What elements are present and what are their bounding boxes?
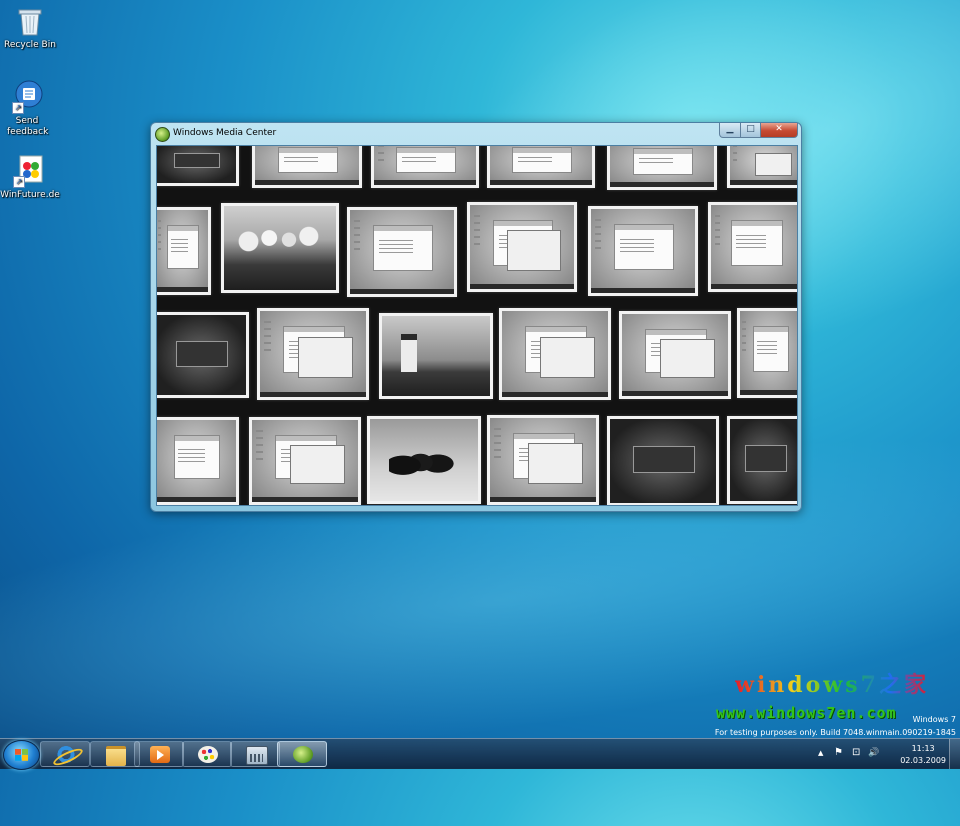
close-button[interactable]: ✕	[760, 123, 798, 138]
gallery-thumbnail-lighthouse[interactable]	[379, 313, 493, 399]
gallery-thumbnail[interactable]	[499, 308, 611, 400]
maximize-button[interactable]: □	[740, 123, 761, 138]
gallery-thumbnail[interactable]	[257, 308, 369, 400]
gallery-thumbnail[interactable]	[467, 202, 577, 292]
taskbar-button-media-center[interactable]	[277, 741, 327, 767]
shortcut-arrow-icon: ↗	[12, 102, 24, 114]
gallery-thumbnail[interactable]	[487, 415, 599, 505]
clock-time: 11:13	[911, 744, 935, 753]
desktop-icon-label: Send feedback	[7, 116, 49, 137]
notification-area: ▲ ⚑ ⊡ 🔊 11:13 02.03.2009	[810, 739, 960, 769]
media-center-icon	[293, 746, 313, 763]
build-label: For testing purposes only. Build 7048.wi…	[714, 728, 956, 737]
feedback-icon: ↗	[10, 80, 44, 114]
folder-icon	[106, 746, 126, 766]
windows-logo-icon	[15, 749, 28, 761]
gallery-thumbnail[interactable]	[619, 311, 731, 399]
gallery-thumbnail[interactable]	[588, 206, 698, 296]
recycle-bin-icon	[13, 4, 47, 38]
gallery-thumbnail[interactable]	[487, 146, 595, 188]
gallery-thumbnail[interactable]	[737, 308, 797, 398]
taskbar-button-internet-explorer[interactable]	[40, 741, 90, 767]
gallery-thumbnail[interactable]	[607, 146, 717, 190]
desktop-icon-label: Recycle Bin	[4, 40, 56, 50]
show-hidden-icons-chevron-icon[interactable]: ▲	[818, 747, 823, 759]
taskbar-button-media-player[interactable]	[134, 741, 184, 767]
media-player-icon	[150, 746, 170, 763]
edition-label: Windows 7	[912, 715, 956, 724]
gallery-thumbnail[interactable]	[157, 417, 239, 505]
start-button[interactable]	[3, 740, 40, 770]
winfuture-icon: ↗	[11, 154, 45, 188]
gallery-thumbnail[interactable]	[249, 417, 361, 505]
volume-icon[interactable]: 🔊	[868, 747, 879, 759]
clock-date: 02.03.2009	[900, 756, 946, 765]
watermark-logo-text: windows7之家	[735, 667, 929, 699]
gallery-thumbnail[interactable]	[157, 146, 239, 186]
gallery-thumbnail[interactable]	[607, 416, 719, 505]
gallery-thumbnail[interactable]	[727, 146, 797, 188]
desktop-icon-label: WinFuture.de	[0, 190, 60, 200]
desktop-icon-winfuture[interactable]: ↗ WinFuture.de	[0, 154, 60, 201]
taskbar-button-calculator[interactable]	[230, 741, 280, 767]
internet-explorer-icon	[56, 746, 76, 763]
show-desktop-button[interactable]	[949, 739, 960, 769]
clock[interactable]: 11:13 02.03.2009	[900, 743, 946, 767]
taskbar-button-paint[interactable]	[182, 741, 232, 767]
desktop-icon-recycle-bin[interactable]: Recycle Bin	[0, 4, 60, 51]
calculator-icon	[246, 746, 268, 765]
picture-gallery[interactable]	[156, 145, 798, 506]
gallery-thumbnail[interactable]	[371, 146, 479, 188]
taskbar: ▲ ⚑ ⊡ 🔊 11:13 02.03.2009	[0, 738, 960, 770]
network-icon[interactable]: ⊡	[852, 747, 860, 759]
paint-icon	[198, 746, 218, 763]
gallery-thumbnail[interactable]	[157, 207, 211, 295]
gallery-thumbnail-tulips[interactable]	[221, 203, 339, 293]
gallery-thumbnail-penguins[interactable]	[367, 416, 481, 504]
taskbar-button-windows-explorer[interactable]	[90, 741, 140, 767]
action-center-flag-icon[interactable]: ⚑	[834, 747, 843, 759]
shortcut-arrow-icon: ↗	[13, 176, 25, 188]
media-center-window[interactable]: Windows Media Center ▁ □ ✕	[150, 122, 802, 512]
window-titlebar[interactable]: Windows Media Center ▁ □ ✕	[151, 123, 801, 145]
gallery-thumbnail[interactable]	[347, 207, 457, 297]
minimize-button[interactable]: ▁	[719, 123, 741, 138]
desktop-icon-send-feedback[interactable]: ↗ Send feedback	[0, 80, 57, 138]
gallery-thumbnail[interactable]	[708, 202, 797, 292]
window-title: Windows Media Center	[173, 128, 277, 138]
gallery-thumbnail[interactable]	[252, 146, 362, 188]
gallery-thumbnail[interactable]	[727, 416, 797, 504]
gallery-thumbnail[interactable]	[157, 312, 249, 398]
media-center-icon	[155, 127, 170, 142]
